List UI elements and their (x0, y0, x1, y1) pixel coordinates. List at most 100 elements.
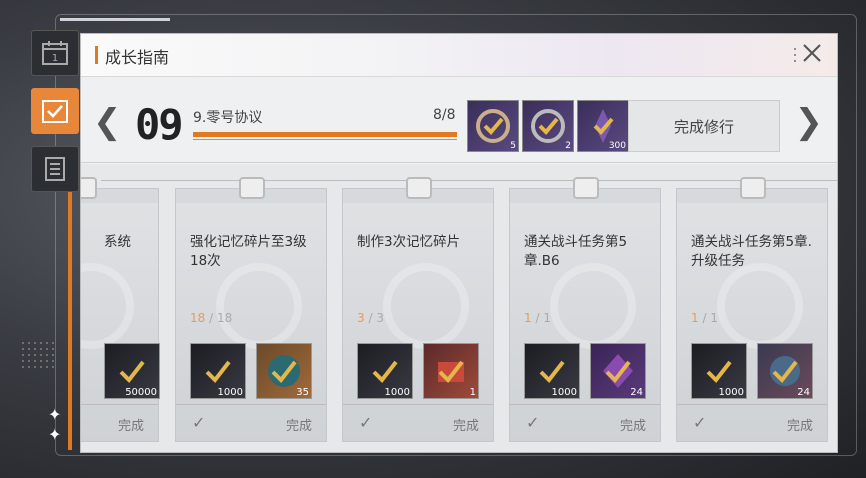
task-title: 通关战斗任务第5章.B6 (524, 234, 628, 269)
progress-total: 18 (216, 311, 233, 325)
dot-grid-decoration (20, 340, 56, 370)
task-reward-item[interactable]: 24 (757, 343, 813, 399)
task-progress: 1 / 1 (691, 311, 718, 325)
stage-count: 8/8 (433, 107, 456, 123)
frame-accent-line (60, 18, 170, 21)
check-icon: ✓ (359, 413, 373, 432)
task-reward-item[interactable]: 24 (590, 343, 646, 399)
title-bar: 成长指南 (81, 34, 837, 77)
card-footer: ✓ 完成 (510, 404, 660, 441)
task-cards-area: 系统 50000 完成 强化记忆碎片至3级18次 18 / 18 1000 35… (81, 164, 837, 452)
reward-count: 1000 (217, 387, 243, 398)
complete-training-button[interactable]: 完成修行 (628, 100, 780, 152)
reward-count: 1000 (551, 387, 577, 398)
check-icon: ✓ (526, 413, 540, 432)
laurel-watermark (81, 263, 134, 349)
side-tab-document[interactable] (31, 146, 79, 192)
laurel-watermark (216, 263, 302, 349)
side-tab-calendar[interactable]: 1 (31, 30, 79, 76)
reward-count: 24 (630, 387, 643, 398)
reward-count: 2 (565, 141, 571, 151)
card-clip (406, 177, 432, 199)
completed-label: 完成 (452, 419, 479, 434)
next-stage-button[interactable]: ❯ (795, 102, 824, 142)
prev-stage-button[interactable]: ❮ (93, 102, 122, 142)
reward-count: 1000 (384, 387, 410, 398)
task-progress: 1 / 1 (524, 311, 551, 325)
checklist-icon (41, 98, 69, 124)
task-progress: 3 / 3 (357, 311, 384, 325)
task-reward-item[interactable]: 35 (256, 343, 312, 399)
progress-value: 1 (524, 311, 532, 325)
progress-fill (193, 132, 457, 137)
panel-title: 成长指南 (105, 48, 170, 67)
side-tabs: 1 (31, 30, 81, 204)
progress-value: 3 (357, 311, 365, 325)
task-reward-item[interactable]: 50000 (104, 343, 160, 399)
chevron-left-icon: ❮ (93, 102, 122, 142)
card-footer: ✓ 完成 (343, 404, 493, 441)
completed-label: 完成 (786, 419, 813, 434)
stage-reward-item[interactable]: 300 (577, 100, 629, 152)
reward-count: 5 (510, 141, 516, 151)
chevron-right-icon: ❯ (794, 102, 824, 142)
task-reward-item[interactable]: 1 (423, 343, 479, 399)
reward-count: 35 (296, 387, 309, 398)
check-icon: ✓ (693, 413, 707, 432)
progress-underline (193, 139, 457, 140)
stage-progress-row: ❮ 09 9.零号协议 8/8 5 2 300 完成修行 ❯ (81, 88, 837, 160)
card-clip (740, 177, 766, 199)
task-progress: 18 / 18 (190, 311, 233, 325)
task-title: 制作3次记忆碎片 (357, 234, 461, 250)
card-clip (239, 177, 265, 199)
task-reward-item[interactable]: 1000 (190, 343, 246, 399)
calendar-icon: 1 (41, 40, 69, 66)
document-icon (43, 156, 67, 182)
card-footer: 完成 (81, 404, 158, 441)
stage-reward-item[interactable]: 2 (522, 100, 574, 152)
task-reward-item[interactable]: 1000 (357, 343, 413, 399)
stage-reward-item[interactable]: 5 (467, 100, 519, 152)
task-card[interactable]: 通关战斗任务第5章.B6 1 / 1 1000 24 ✓ 完成 (509, 177, 661, 442)
completed-label: 完成 (285, 419, 312, 434)
completed-label: 完成 (117, 419, 144, 434)
drag-handle-icon (793, 46, 797, 64)
completed-label: 完成 (619, 419, 646, 434)
progress-value: 18 (190, 311, 206, 325)
card-footer: ✓ 完成 (176, 404, 326, 441)
card-clip (573, 177, 599, 199)
check-icon: ✓ (192, 413, 206, 432)
side-tab-checklist[interactable] (31, 88, 79, 134)
stage-title: 9.零号协议 (193, 110, 263, 126)
stage-progress-bar (193, 132, 457, 137)
progress-total: 1 (543, 311, 551, 325)
sparkle-icon: ✦ (48, 425, 62, 444)
laurel-watermark (717, 263, 803, 349)
laurel-watermark (383, 263, 469, 349)
progress-total: 1 (710, 311, 718, 325)
progress-value: 1 (691, 311, 699, 325)
stage-number: 09 (135, 100, 184, 149)
reward-count: 300 (608, 141, 626, 151)
card-body: 强化记忆碎片至3级18次 18 / 18 1000 35 ✓ 完成 (176, 203, 326, 441)
reward-count: 50000 (125, 387, 157, 398)
task-card[interactable]: 通关战斗任务第5章.升级任务 1 / 1 1000 24 ✓ 完成 (676, 177, 828, 442)
reward-count: 24 (797, 387, 810, 398)
card-clip (81, 177, 97, 199)
card-footer: ✓ 完成 (677, 404, 827, 441)
task-title: 强化记忆碎片至3级18次 (190, 234, 307, 269)
title-accent (95, 46, 98, 64)
card-body: 通关战斗任务第5章.升级任务 1 / 1 1000 24 ✓ 完成 (677, 203, 827, 441)
accent-bar (68, 190, 72, 450)
close-button[interactable] (799, 42, 825, 68)
task-card[interactable]: 强化记忆碎片至3级18次 18 / 18 1000 35 ✓ 完成 (175, 177, 327, 442)
progress-total: 3 (376, 311, 384, 325)
card-body: 制作3次记忆碎片 3 / 3 1000 1 ✓ 完成 (343, 203, 493, 441)
sparkle-icon: ✦ (48, 405, 62, 424)
card-body: 通关战斗任务第5章.B6 1 / 1 1000 24 ✓ 完成 (510, 203, 660, 441)
task-reward-item[interactable]: 1000 (524, 343, 580, 399)
svg-text:1: 1 (52, 53, 58, 64)
task-card[interactable]: 制作3次记忆碎片 3 / 3 1000 1 ✓ 完成 (342, 177, 494, 442)
task-card[interactable]: 系统 50000 完成 (81, 177, 160, 442)
task-reward-item[interactable]: 1000 (691, 343, 747, 399)
